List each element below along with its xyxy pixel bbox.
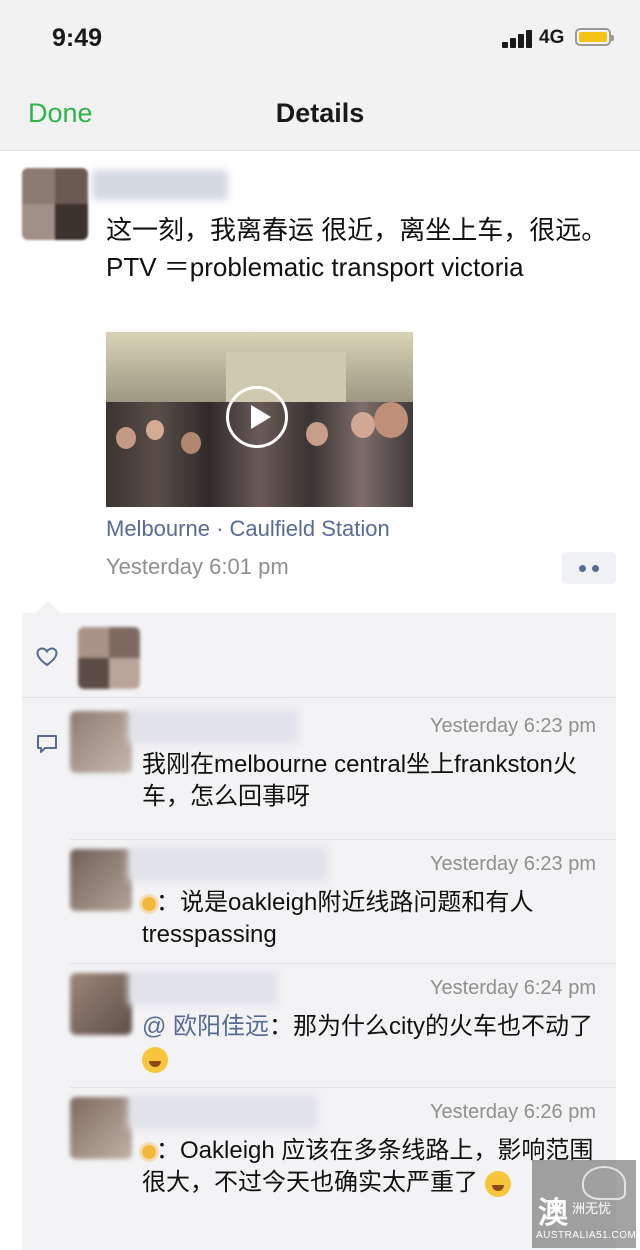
site-watermark: 澳 洲无忧 AUSTRALIA51.COM [532, 1160, 636, 1248]
commenter-name-redacted[interactable] [128, 971, 278, 1005]
comment-time: Yesterday 6:24 pm [429, 977, 596, 999]
video-thumbnail[interactable] [106, 332, 413, 507]
status-bar: 9:49 4G [0, 0, 640, 78]
battery-icon [575, 28, 614, 46]
author-avatar[interactable] [22, 168, 88, 240]
comment-time: Yesterday 6:23 pm [429, 853, 596, 875]
panel-pointer [36, 601, 60, 613]
nav-bar: Done Details [0, 78, 640, 151]
sun-emoji-icon [142, 1144, 156, 1159]
comment-item[interactable]: Yesterday 6:24 pm @ 欧阳佳远：那为什么city的火车也不动了 [70, 971, 616, 1093]
heart-icon [36, 647, 58, 667]
post-time: Yesterday 6:01 pm [106, 554, 289, 579]
commenter-avatar[interactable] [70, 849, 132, 911]
post-text: 这一刻，我离春运 很近，离坐上车，很远。 PTV ＝problematic tr… [106, 215, 608, 282]
comment-text: ：Oakleigh 应该在多条线路上，影响范围很大，不过今天也确实太严重了 [142, 1137, 594, 1197]
comment-divider [70, 1087, 616, 1088]
interaction-panel: Yesterday 6:23 pm 我刚在melbourne central坐上… [22, 613, 616, 1250]
location-link[interactable]: Melbourne · Caulfield Station [106, 516, 390, 542]
commenter-avatar[interactable] [70, 711, 132, 773]
author-name-redacted[interactable] [92, 170, 228, 200]
comment-text: @ 欧阳佳远：那为什么city的火车也不动了 [142, 1011, 598, 1075]
liker-avatar[interactable] [78, 627, 140, 689]
signal-icon [502, 30, 534, 48]
status-time: 9:49 [52, 24, 103, 52]
commenter-name-redacted[interactable] [128, 709, 298, 743]
commenter-name-redacted[interactable] [128, 847, 328, 881]
commenter-avatar[interactable] [70, 1097, 132, 1159]
laughing-emoji-icon [484, 1170, 511, 1197]
comment-text: ：说是oakleigh附近线路问题和有人tresspassing [142, 889, 534, 948]
comment-mention[interactable]: @ 欧阳佳远 [142, 1013, 269, 1040]
likes-row [22, 613, 616, 698]
commenter-avatar[interactable] [70, 973, 132, 1035]
commenter-name-redacted[interactable] [128, 1095, 318, 1129]
comment-icon [37, 735, 57, 753]
laughing-emoji-icon [142, 1046, 168, 1073]
comment-text: 我刚在melbourne central坐上frankston火车，怎么回事呀 [142, 751, 577, 810]
comment-time: Yesterday 6:26 pm [429, 1101, 596, 1123]
kangaroo-logo-icon [582, 1166, 626, 1200]
comment-time: Yesterday 6:23 pm [429, 715, 596, 737]
comment-item[interactable]: Yesterday 6:23 pm 我刚在melbourne central坐上… [70, 709, 616, 831]
comment-divider [70, 963, 616, 964]
more-button[interactable] [562, 552, 616, 584]
page-title: Details [275, 98, 365, 128]
network-label: 4G [539, 27, 565, 48]
sun-emoji-icon [142, 896, 156, 911]
more-icon [579, 565, 586, 572]
comment-item[interactable]: Yesterday 6:23 pm ：说是oakleigh附近线路问题和有人tr… [70, 847, 616, 969]
comment-divider [70, 839, 616, 840]
play-icon[interactable] [226, 386, 288, 448]
